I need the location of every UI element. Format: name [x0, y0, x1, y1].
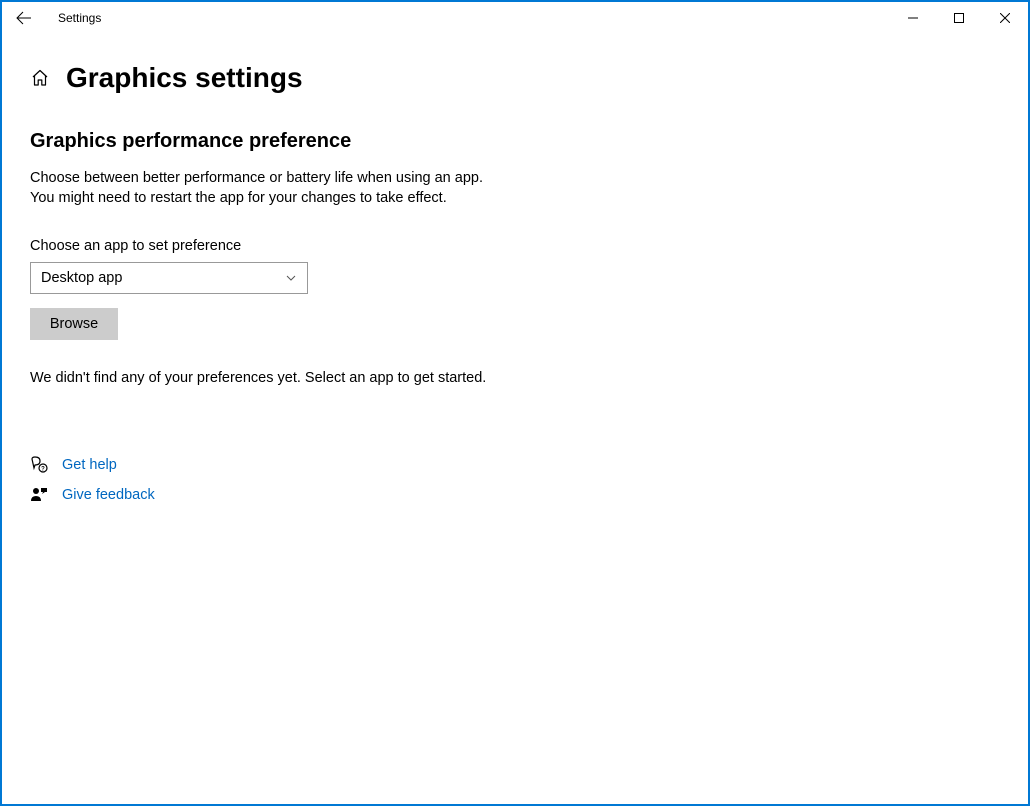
- home-button[interactable]: [30, 68, 50, 88]
- give-feedback-link[interactable]: Give feedback: [62, 487, 155, 503]
- section-heading: Graphics performance preference: [30, 130, 1000, 153]
- window-title: Settings: [58, 11, 101, 25]
- back-button[interactable]: [14, 8, 34, 28]
- close-button[interactable]: [982, 2, 1028, 34]
- minimize-button[interactable]: [890, 2, 936, 34]
- maximize-button[interactable]: [936, 2, 982, 34]
- maximize-icon: [954, 13, 964, 23]
- settings-window: Settings: [0, 0, 1030, 806]
- get-help-link[interactable]: Get help: [62, 457, 117, 473]
- titlebar-left: Settings: [2, 8, 101, 28]
- back-arrow-icon: [16, 10, 32, 26]
- help-icon: ?: [30, 456, 48, 474]
- description-line-2: You might need to restart the app for yo…: [30, 190, 447, 206]
- get-help-row: ? Get help: [30, 456, 1000, 474]
- svg-text:?: ?: [41, 467, 45, 473]
- minimize-icon: [908, 13, 918, 23]
- page-title: Graphics settings: [66, 62, 303, 94]
- dropdown-value: Desktop app: [41, 270, 122, 286]
- home-icon: [31, 69, 49, 87]
- window-controls: [890, 2, 1028, 34]
- section-description: Choose between better performance or bat…: [30, 169, 630, 208]
- give-feedback-row: Give feedback: [30, 486, 1000, 504]
- description-line-1: Choose between better performance or bat…: [30, 170, 483, 186]
- content-area: Graphics settings Graphics performance p…: [2, 34, 1028, 804]
- app-type-dropdown[interactable]: Desktop app: [30, 262, 308, 294]
- titlebar: Settings: [2, 2, 1028, 34]
- page-header: Graphics settings: [30, 62, 1000, 94]
- status-text: We didn't find any of your preferences y…: [30, 370, 1000, 386]
- chevron-down-icon: [285, 272, 297, 284]
- dropdown-label: Choose an app to set preference: [30, 238, 1000, 254]
- browse-label: Browse: [50, 316, 98, 332]
- browse-button[interactable]: Browse: [30, 308, 118, 340]
- close-icon: [1000, 13, 1010, 23]
- feedback-icon: [30, 486, 48, 504]
